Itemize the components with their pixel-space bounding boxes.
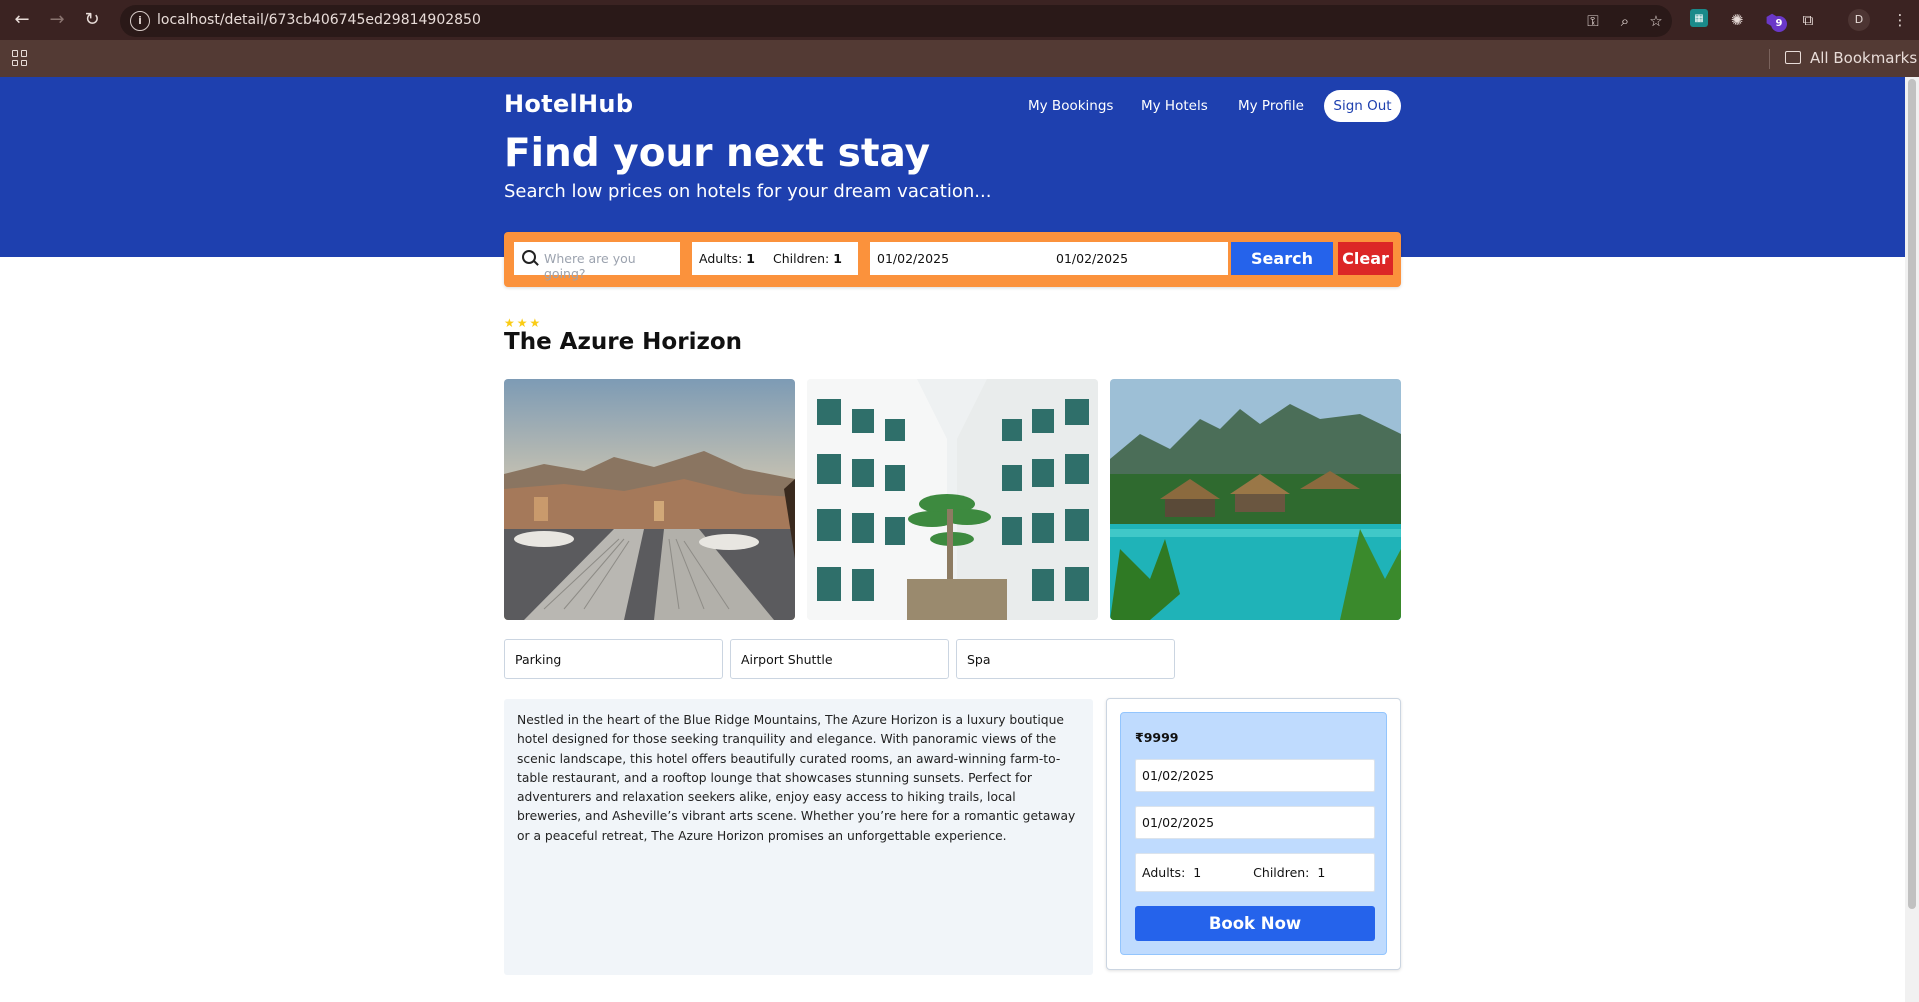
adults-value: 1 [746,251,755,266]
booking-children-label: Children: [1253,865,1310,880]
price-per-night: ₹9999 [1135,730,1179,745]
facility-spa: Spa [956,639,1175,679]
booking-guests-input[interactable]: Adults: 1 Children: 1 [1135,853,1375,892]
nav-my-bookings[interactable]: My Bookings [1028,98,1113,114]
hotel-image-mountain-view [504,379,795,620]
destination-placeholder: Where are you going? [544,251,636,281]
book-now-button[interactable]: Book Now [1135,906,1375,941]
children-value: 1 [833,251,842,266]
destination-input[interactable]: Where are you going? [514,242,680,281]
bookmarks-divider [1769,49,1770,69]
adults-label: Adults: [699,251,743,266]
children-label: Children: [773,251,830,266]
page-title: Find your next stay [504,131,931,176]
nav-my-profile[interactable]: My Profile [1238,98,1304,114]
forward-icon[interactable]: → [45,8,69,32]
hero-header: HotelHub My Bookings My Hotels My Profil… [0,77,1905,257]
clear-button[interactable]: Clear [1338,242,1393,275]
back-icon[interactable]: ← [10,8,34,32]
search-bar: Where are you going? Adults: 1 Children:… [504,232,1401,287]
booking-adults-label: Adults: [1142,865,1186,880]
hotel-image-pool [1110,379,1401,620]
booking-adults-value[interactable]: 1 [1193,865,1201,880]
bookmarks-bar: All Bookmarks [0,40,1919,77]
nav-my-hotels[interactable]: My Hotels [1141,98,1208,114]
folder-icon [1785,51,1801,64]
menu-kebab-icon[interactable]: ⋮ [1890,10,1910,30]
page-subtitle: Search low prices on hotels for your dre… [504,181,992,202]
address-bar[interactable]: i localhost/detail/673cb406745ed29814902… [120,5,1672,37]
booking-check-in-input[interactable]: 01/02/2025 [1135,759,1375,792]
extension-globe-icon[interactable]: ✺ [1727,10,1747,30]
reload-icon[interactable]: ↻ [80,8,104,32]
hotel-description: Nestled in the heart of the Blue Ridge M… [504,699,1093,975]
sign-out-button[interactable]: Sign Out [1324,90,1401,122]
children-field[interactable]: Children: 1 [773,251,842,266]
page-viewport: HotelHub My Bookings My Hotels My Profil… [0,77,1905,1002]
site-info-icon[interactable]: i [130,11,150,31]
search-button[interactable]: Search [1231,242,1333,275]
url-text[interactable]: localhost/detail/673cb406745ed2981490285… [157,12,481,28]
hotel-name: The Azure Horizon [504,329,743,355]
check-in-date-input[interactable]: 01/02/2025 [870,242,1049,275]
browser-toolbar: ← → ↻ i localhost/detail/673cb406745ed29… [0,0,1919,40]
password-key-icon[interactable]: ⚿ [1583,11,1603,31]
booking-form: ₹9999 01/02/2025 01/02/2025 Adults: 1 Ch… [1120,712,1387,955]
bookmark-star-icon[interactable]: ☆ [1646,11,1666,31]
page-scrollbar[interactable] [1905,77,1919,1002]
facility-airport-shuttle: Airport Shuttle [730,639,949,679]
apps-grid-icon[interactable] [12,50,28,66]
extensions-puzzle-icon[interactable]: ⧉ [1798,10,1818,30]
scrollbar-thumb[interactable] [1908,79,1916,909]
profile-avatar[interactable]: D [1848,9,1870,31]
booking-card: ₹9999 01/02/2025 01/02/2025 Adults: 1 Ch… [1106,698,1401,970]
brand-logo[interactable]: HotelHub [504,90,633,118]
hotel-image-courtyard [807,379,1098,620]
extension-badge: 9 [1771,16,1787,32]
search-location-icon [522,250,536,264]
zoom-icon[interactable]: ⌕ [1615,11,1635,31]
booking-children-value[interactable]: 1 [1317,865,1325,880]
check-out-date-input[interactable]: 01/02/2025 [1049,242,1228,275]
booking-check-out-input[interactable]: 01/02/2025 [1135,806,1375,839]
all-bookmarks-link[interactable]: All Bookmarks [1810,49,1917,67]
guests-input[interactable]: Adults: 1 Children: 1 [692,242,858,275]
star-rating: ★★★ [504,316,543,330]
facility-parking: Parking [504,639,723,679]
extension-icon[interactable]: ▦ [1690,9,1708,27]
adults-field[interactable]: Adults: 1 [699,251,755,266]
